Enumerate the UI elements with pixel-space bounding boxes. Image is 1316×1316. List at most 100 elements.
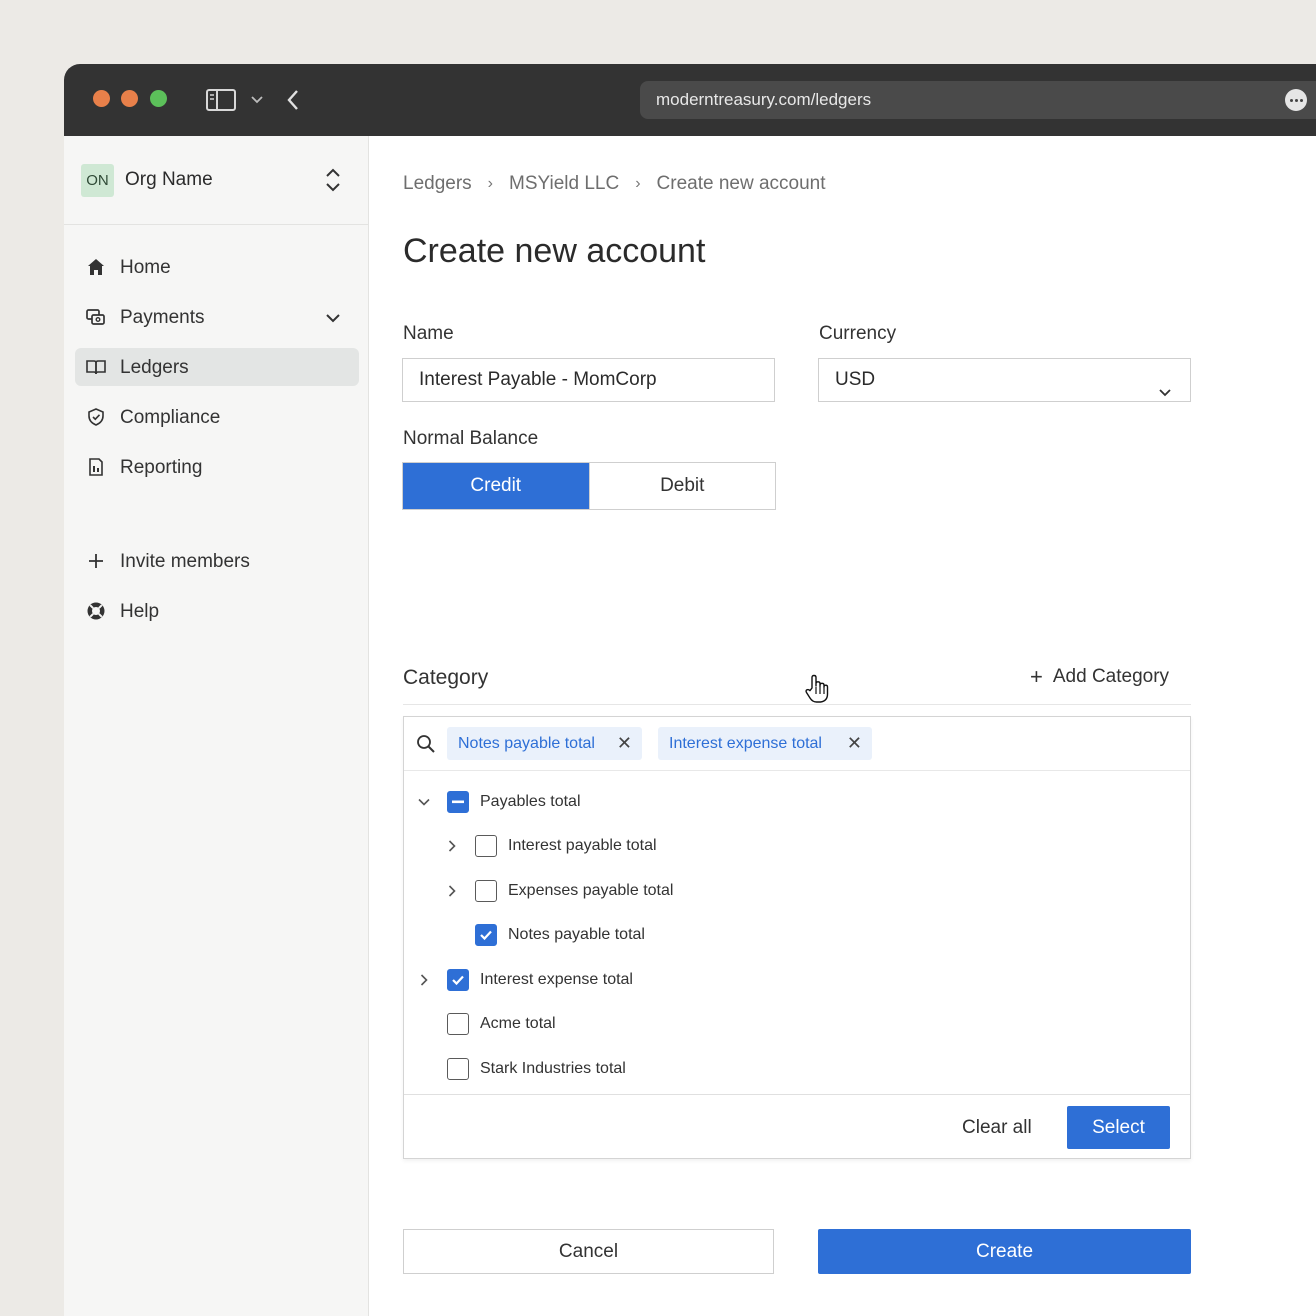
sidebar-item-payments[interactable]: Payments <box>75 298 359 336</box>
chevron-down-icon[interactable] <box>323 308 343 328</box>
home-icon <box>86 257 106 277</box>
checkbox-checked[interactable] <box>475 924 497 946</box>
sidebar-item-ledgers[interactable]: Ledgers <box>75 348 359 386</box>
invite-members-button[interactable]: Invite members <box>75 542 359 580</box>
sidebar: ON Org Name Home Payments Ledgers Compli… <box>64 136 369 1316</box>
tree-row[interactable]: Interest expense total <box>414 965 633 995</box>
select-button[interactable]: Select <box>1067 1106 1170 1149</box>
url-bar[interactable]: moderntreasury.com/ledgers <box>640 81 1316 119</box>
browser-titlebar: moderntreasury.com/ledgers <box>64 64 1316 136</box>
chevron-right-icon[interactable] <box>414 970 434 990</box>
tree-row[interactable]: Stark Industries total <box>447 1054 626 1084</box>
chevron-right-icon[interactable] <box>442 881 462 901</box>
sidebar-toggle-icon[interactable] <box>205 88 237 112</box>
breadcrumb-msyield[interactable]: MSYield LLC <box>509 173 619 195</box>
checkbox[interactable] <box>447 1058 469 1080</box>
book-icon <box>86 357 106 377</box>
tree-row-label: Stark Industries total <box>480 1060 626 1077</box>
chip-label: Notes payable total <box>458 735 595 752</box>
shield-icon <box>86 407 106 427</box>
sidebar-item-reporting[interactable]: Reporting <box>75 448 359 486</box>
currency-label: Currency <box>819 323 897 344</box>
clear-all-button[interactable]: Clear all <box>962 1117 1032 1139</box>
divider <box>403 704 1191 705</box>
org-avatar: ON <box>81 164 114 197</box>
currency-value: USD <box>835 369 876 390</box>
tree-row[interactable]: Notes payable total <box>475 920 645 950</box>
breadcrumb-separator: › <box>487 175 493 192</box>
payments-icon <box>86 307 106 327</box>
category-title: Category <box>403 666 489 689</box>
checkbox-mixed[interactable] <box>447 791 469 813</box>
chevron-down-icon[interactable] <box>414 792 434 812</box>
picker-footer: Clear all Select <box>404 1094 1190 1159</box>
main-content: Ledgers › MSYield LLC › Create new accou… <box>369 136 1316 1316</box>
back-arrow-icon[interactable] <box>283 88 303 112</box>
checkbox-checked[interactable] <box>447 969 469 991</box>
chevron-up-down-icon[interactable] <box>322 166 344 194</box>
lifebuoy-icon <box>86 601 106 621</box>
help-button[interactable]: Help <box>75 592 359 630</box>
tree-row-label: Interest payable total <box>508 837 657 854</box>
plus-icon <box>86 551 106 571</box>
normal-balance-toggle: Credit Debit <box>402 462 776 510</box>
tree-row[interactable]: Interest payable total <box>442 831 657 861</box>
sidebar-item-home[interactable]: Home <box>75 248 359 286</box>
sidebar-item-label: Payments <box>120 307 205 328</box>
currency-select[interactable]: USD <box>818 358 1191 402</box>
checkbox[interactable] <box>475 880 497 902</box>
chevron-right-icon[interactable] <box>442 836 462 856</box>
maximize-window-dot[interactable] <box>150 90 167 107</box>
tree-row-label: Notes payable total <box>508 926 645 943</box>
sidebar-item-compliance[interactable]: Compliance <box>75 398 359 436</box>
normal-balance-label: Normal Balance <box>403 428 539 449</box>
more-options-icon[interactable] <box>1285 89 1307 111</box>
breadcrumb: Ledgers › MSYield LLC › Create new accou… <box>403 173 826 195</box>
browser-window: moderntreasury.com/ledgers ON Org Name H… <box>64 64 1316 1316</box>
create-button[interactable]: Create <box>818 1229 1191 1274</box>
checkbox[interactable] <box>475 835 497 857</box>
tree-row-label: Expenses payable total <box>508 882 674 899</box>
tree-row-label: Interest expense total <box>480 971 633 988</box>
breadcrumb-separator: › <box>635 175 641 192</box>
checkbox[interactable] <box>447 1013 469 1035</box>
category-search-field[interactable]: Notes payable total ✕ Interest expense t… <box>404 717 1190 771</box>
plus-icon: + <box>1030 664 1043 689</box>
sidebar-item-label: Ledgers <box>120 357 189 378</box>
chevron-down-icon <box>1158 373 1172 397</box>
close-window-dot[interactable] <box>93 90 110 107</box>
breadcrumb-current: Create new account <box>656 173 826 194</box>
chevron-down-icon[interactable] <box>249 93 265 107</box>
category-picker: Notes payable total ✕ Interest expense t… <box>403 716 1191 1159</box>
sidebar-item-label: Invite members <box>120 551 250 572</box>
credit-option[interactable]: Credit <box>403 463 589 509</box>
cancel-button[interactable]: Cancel <box>403 1229 774 1274</box>
sidebar-item-label: Compliance <box>120 407 221 428</box>
minimize-window-dot[interactable] <box>121 90 138 107</box>
sidebar-item-label: Reporting <box>120 457 203 478</box>
tree-row-label: Payables total <box>480 793 581 810</box>
report-icon <box>86 457 106 477</box>
selected-chip[interactable]: Notes payable total ✕ <box>447 727 642 760</box>
sidebar-item-label: Help <box>120 601 160 622</box>
close-icon[interactable]: ✕ <box>617 727 632 760</box>
chip-label: Interest expense total <box>669 735 822 752</box>
name-label: Name <box>403 323 454 344</box>
tree-row[interactable]: Expenses payable total <box>442 876 673 906</box>
org-name: Org Name <box>125 169 213 190</box>
tree-row[interactable]: Payables total <box>414 787 581 817</box>
hand-cursor-icon <box>804 674 830 704</box>
debit-option[interactable]: Debit <box>588 463 775 509</box>
add-category-button[interactable]: + Add Category <box>1030 666 1169 688</box>
sidebar-item-label: Home <box>120 257 171 278</box>
add-category-label: Add Category <box>1052 666 1170 687</box>
selected-chip[interactable]: Interest expense total ✕ <box>658 727 872 760</box>
page-title: Create new account <box>403 232 706 270</box>
breadcrumb-ledgers[interactable]: Ledgers <box>403 173 472 195</box>
org-switcher[interactable]: ON Org Name <box>64 136 369 225</box>
tree-row-label: Acme total <box>480 1015 556 1032</box>
search-icon <box>416 734 436 754</box>
tree-row[interactable]: Acme total <box>447 1009 556 1039</box>
close-icon[interactable]: ✕ <box>847 727 862 760</box>
name-input[interactable]: Interest Payable - MomCorp <box>402 358 775 402</box>
